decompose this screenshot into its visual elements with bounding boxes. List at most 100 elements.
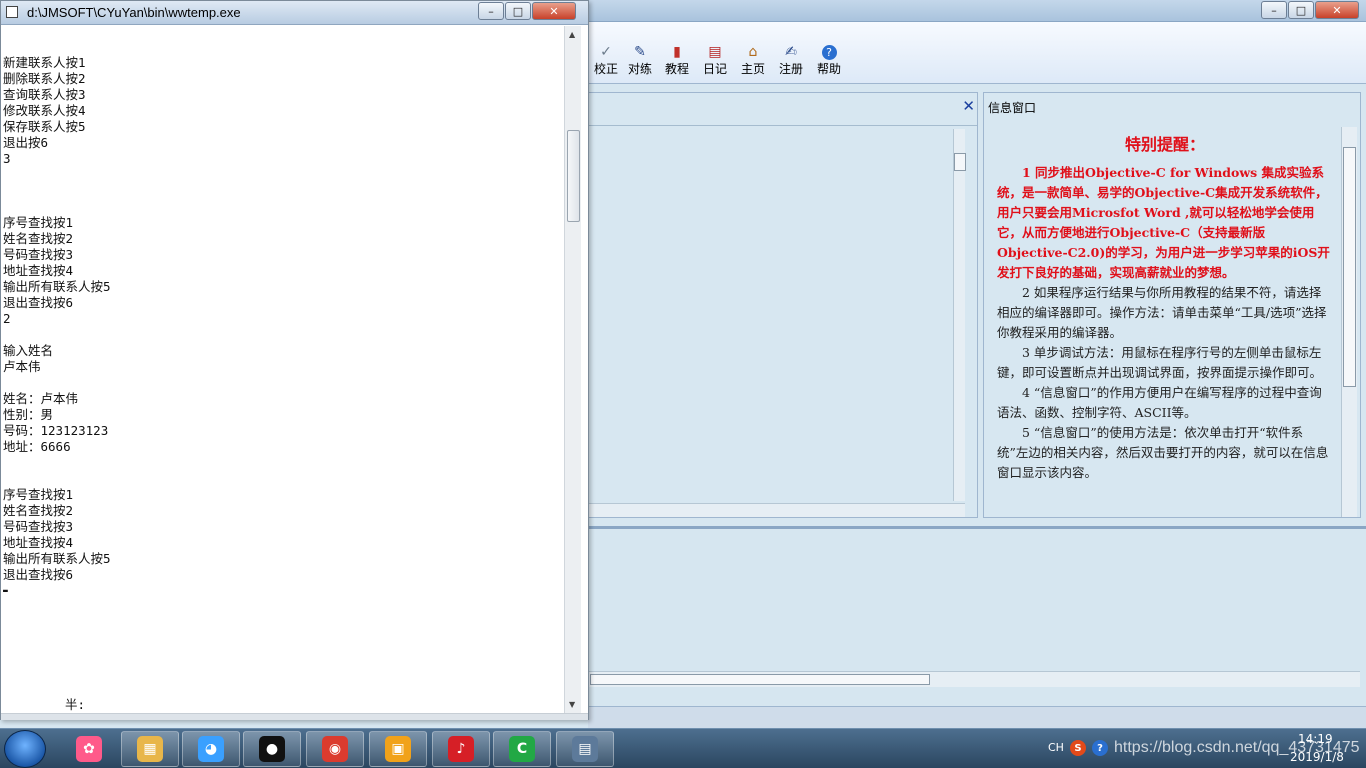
ide-window-controls: – □ ✕ <box>1260 1 1359 19</box>
scroll-up-arrow-icon[interactable]: ▲ <box>569 30 575 39</box>
language-indicator[interactable]: CH <box>1048 741 1064 754</box>
console-window: d:\JMSOFT\CYuYan\bin\wwtemp.exe – □ ✕ 新建… <box>0 0 589 720</box>
console-line: 号码查找按3 <box>3 519 74 534</box>
colorful-app-icon: ✿ <box>76 736 102 762</box>
system-tray: CH S ? https://blog.csdn.net/qq_43731475… <box>1040 729 1366 768</box>
ide-close-button[interactable]: ✕ <box>1315 1 1359 19</box>
taskbar-file-explorer[interactable]: ▦ <box>121 731 179 767</box>
toolbar-tutorial-button[interactable]: ▮ 教程 <box>659 42 695 76</box>
editor-scroll-thumb[interactable] <box>954 153 966 171</box>
console-line: 地址：6666 <box>3 439 71 454</box>
console-line: 输出所有联系人按5 <box>3 279 111 294</box>
info-scroll-thumb[interactable] <box>1343 147 1356 387</box>
console-vertical-scrollbar[interactable]: ▲ ▼ <box>564 26 581 713</box>
info-heading: 特别提醒： <box>1124 135 1205 154</box>
clock-date[interactable]: 2019/1/8 <box>1290 750 1344 764</box>
console-line: 卢本伟 <box>3 359 41 374</box>
console-line: 地址查找按4 <box>3 263 74 278</box>
tip-5: 5 “信息窗口”的使用方法是：依次单击打开“软件系统”左边的相关内容，然后双击要… <box>997 425 1329 480</box>
start-button[interactable] <box>4 730 46 768</box>
messenger-icon: ◕ <box>198 736 224 762</box>
console-line: 修改联系人按4 <box>3 103 86 118</box>
editor-horizontal-scrollbar[interactable] <box>589 503 965 517</box>
calendar-icon: ▤ <box>708 44 722 60</box>
toolbar-proofread-button[interactable]: ✓ 校正 <box>588 42 624 76</box>
clock-time[interactable]: 14:19 <box>1298 732 1333 746</box>
toolbar-home-button[interactable]: ⌂ 主页 <box>735 42 771 76</box>
output-scroll-thumb[interactable] <box>590 674 930 685</box>
code-editor-pane[interactable]: ✕ <box>588 92 978 518</box>
toolbar-practice-button[interactable]: ✎ 对练 <box>622 42 658 76</box>
home-icon: ⌂ <box>748 44 758 60</box>
console-maximize-button[interactable]: □ <box>505 2 531 20</box>
register-pen-icon: ✍ <box>785 44 797 60</box>
check-icon: ✓ <box>600 44 612 60</box>
toolbar-register-button[interactable]: ✍ 注册 <box>773 42 809 76</box>
output-pane <box>588 526 1366 687</box>
console-output: 新建联系人按1 删除联系人按2 查询联系人按3 修改联系人按4 保存联系人按5 退出按6 3… <box>3 55 563 599</box>
netease-music-icon: ♪ <box>448 736 474 762</box>
console-line: 保存联系人按5 <box>3 119 86 134</box>
console-line: 姓名：卢本伟 <box>3 391 79 406</box>
console-bottom-text: 半: <box>65 697 86 712</box>
console-window-icon: ▤ <box>572 736 598 762</box>
taskbar-netease-music[interactable]: ♪ <box>432 731 490 767</box>
taskbar-file-manager[interactable]: ▣ <box>369 731 427 767</box>
taskbar: ✿ ▦ ◕ ● ◉ ▣ ♪ C ▤ CH S ? https://blog.csdn.net/q… <box>0 728 1366 768</box>
console-line: 号码：123123123 <box>3 423 109 438</box>
console-line: 性别：男 <box>3 407 54 422</box>
console-line: 输出所有联系人按5 <box>3 551 111 566</box>
scroll-down-arrow-icon[interactable]: ▼ <box>569 700 575 709</box>
console-line: 号码查找按3 <box>3 247 74 262</box>
console-line: 输入姓名 <box>3 343 54 358</box>
console-line: 查询联系人按3 <box>3 87 86 102</box>
close-icon[interactable]: ✕ <box>962 97 975 115</box>
console-line: 新建联系人按1 <box>3 55 86 70</box>
console-line: 姓名查找按2 <box>3 503 74 518</box>
console-app-icon <box>6 6 18 18</box>
output-horizontal-scrollbar[interactable] <box>588 671 1360 687</box>
console-cursor: ▬ <box>3 586 8 595</box>
console-minimize-button[interactable]: – <box>478 2 504 20</box>
help-tray-icon[interactable]: ? <box>1092 740 1108 756</box>
console-line: 姓名查找按2 <box>3 231 74 246</box>
console-scroll-thumb[interactable] <box>567 130 580 222</box>
sogou-icon[interactable]: S <box>1070 740 1086 756</box>
taskbar-c-language-ide[interactable]: C <box>493 731 551 767</box>
console-line: 删除联系人按2 <box>3 71 86 86</box>
tip-2: 2 如果程序运行结果与你所用教程的结果不符，请选择相应的编译器即可。操作方法：请… <box>997 285 1327 340</box>
tip-3: 3 单步调试方法：用鼠标在程序行号的左侧单击鼠标左键，即可设置断点并出现调试界面… <box>997 345 1323 380</box>
taskbar-console-window[interactable]: ▤ <box>556 731 614 767</box>
taskbar-colorful-app[interactable]: ✿ <box>60 731 118 767</box>
info-vertical-scrollbar[interactable] <box>1341 127 1357 517</box>
info-window: 信息窗口 特别提醒： 1 同步推出Objective-C for Windows… <box>983 92 1361 518</box>
chrome-icon: ◉ <box>322 736 348 762</box>
file-manager-icon: ▣ <box>385 736 411 762</box>
c-language-ide-icon: C <box>509 736 535 762</box>
taskbar-chrome[interactable]: ◉ <box>306 731 364 767</box>
ide-minimize-button[interactable]: – <box>1261 1 1287 19</box>
console-window-controls: – □ ✕ <box>477 2 576 20</box>
editor-tab-strip: ✕ <box>589 93 977 126</box>
file-explorer-icon: ▦ <box>137 736 163 762</box>
toolbar-help-button[interactable]: ? 帮助 <box>811 42 847 76</box>
toolbar-diary-button[interactable]: ▤ 日记 <box>697 42 733 76</box>
ide-maximize-button[interactable]: □ <box>1288 1 1314 19</box>
info-window-title: 信息窗口 <box>988 101 1037 115</box>
ide-toolbar: ✓ 校正 ✎ 对练 ▮ 教程 ▤ 日记 ⌂ 主页 ✍ 注册 ? 帮助 <box>588 22 1366 84</box>
console-title: d:\JMSOFT\CYuYan\bin\wwtemp.exe <box>27 5 241 20</box>
console-line: 地址查找按4 <box>3 535 74 550</box>
console-line: 退出按6 <box>3 135 49 150</box>
console-close-button[interactable]: ✕ <box>532 2 576 20</box>
editor-vertical-scrollbar[interactable] <box>953 129 966 501</box>
ide-status-bar <box>588 706 1366 728</box>
console-line: 2 <box>3 311 11 326</box>
taskbar-qq[interactable]: ● <box>243 731 301 767</box>
taskbar-messenger[interactable]: ◕ <box>182 731 240 767</box>
console-titlebar[interactable]: d:\JMSOFT\CYuYan\bin\wwtemp.exe – □ ✕ <box>1 1 588 25</box>
